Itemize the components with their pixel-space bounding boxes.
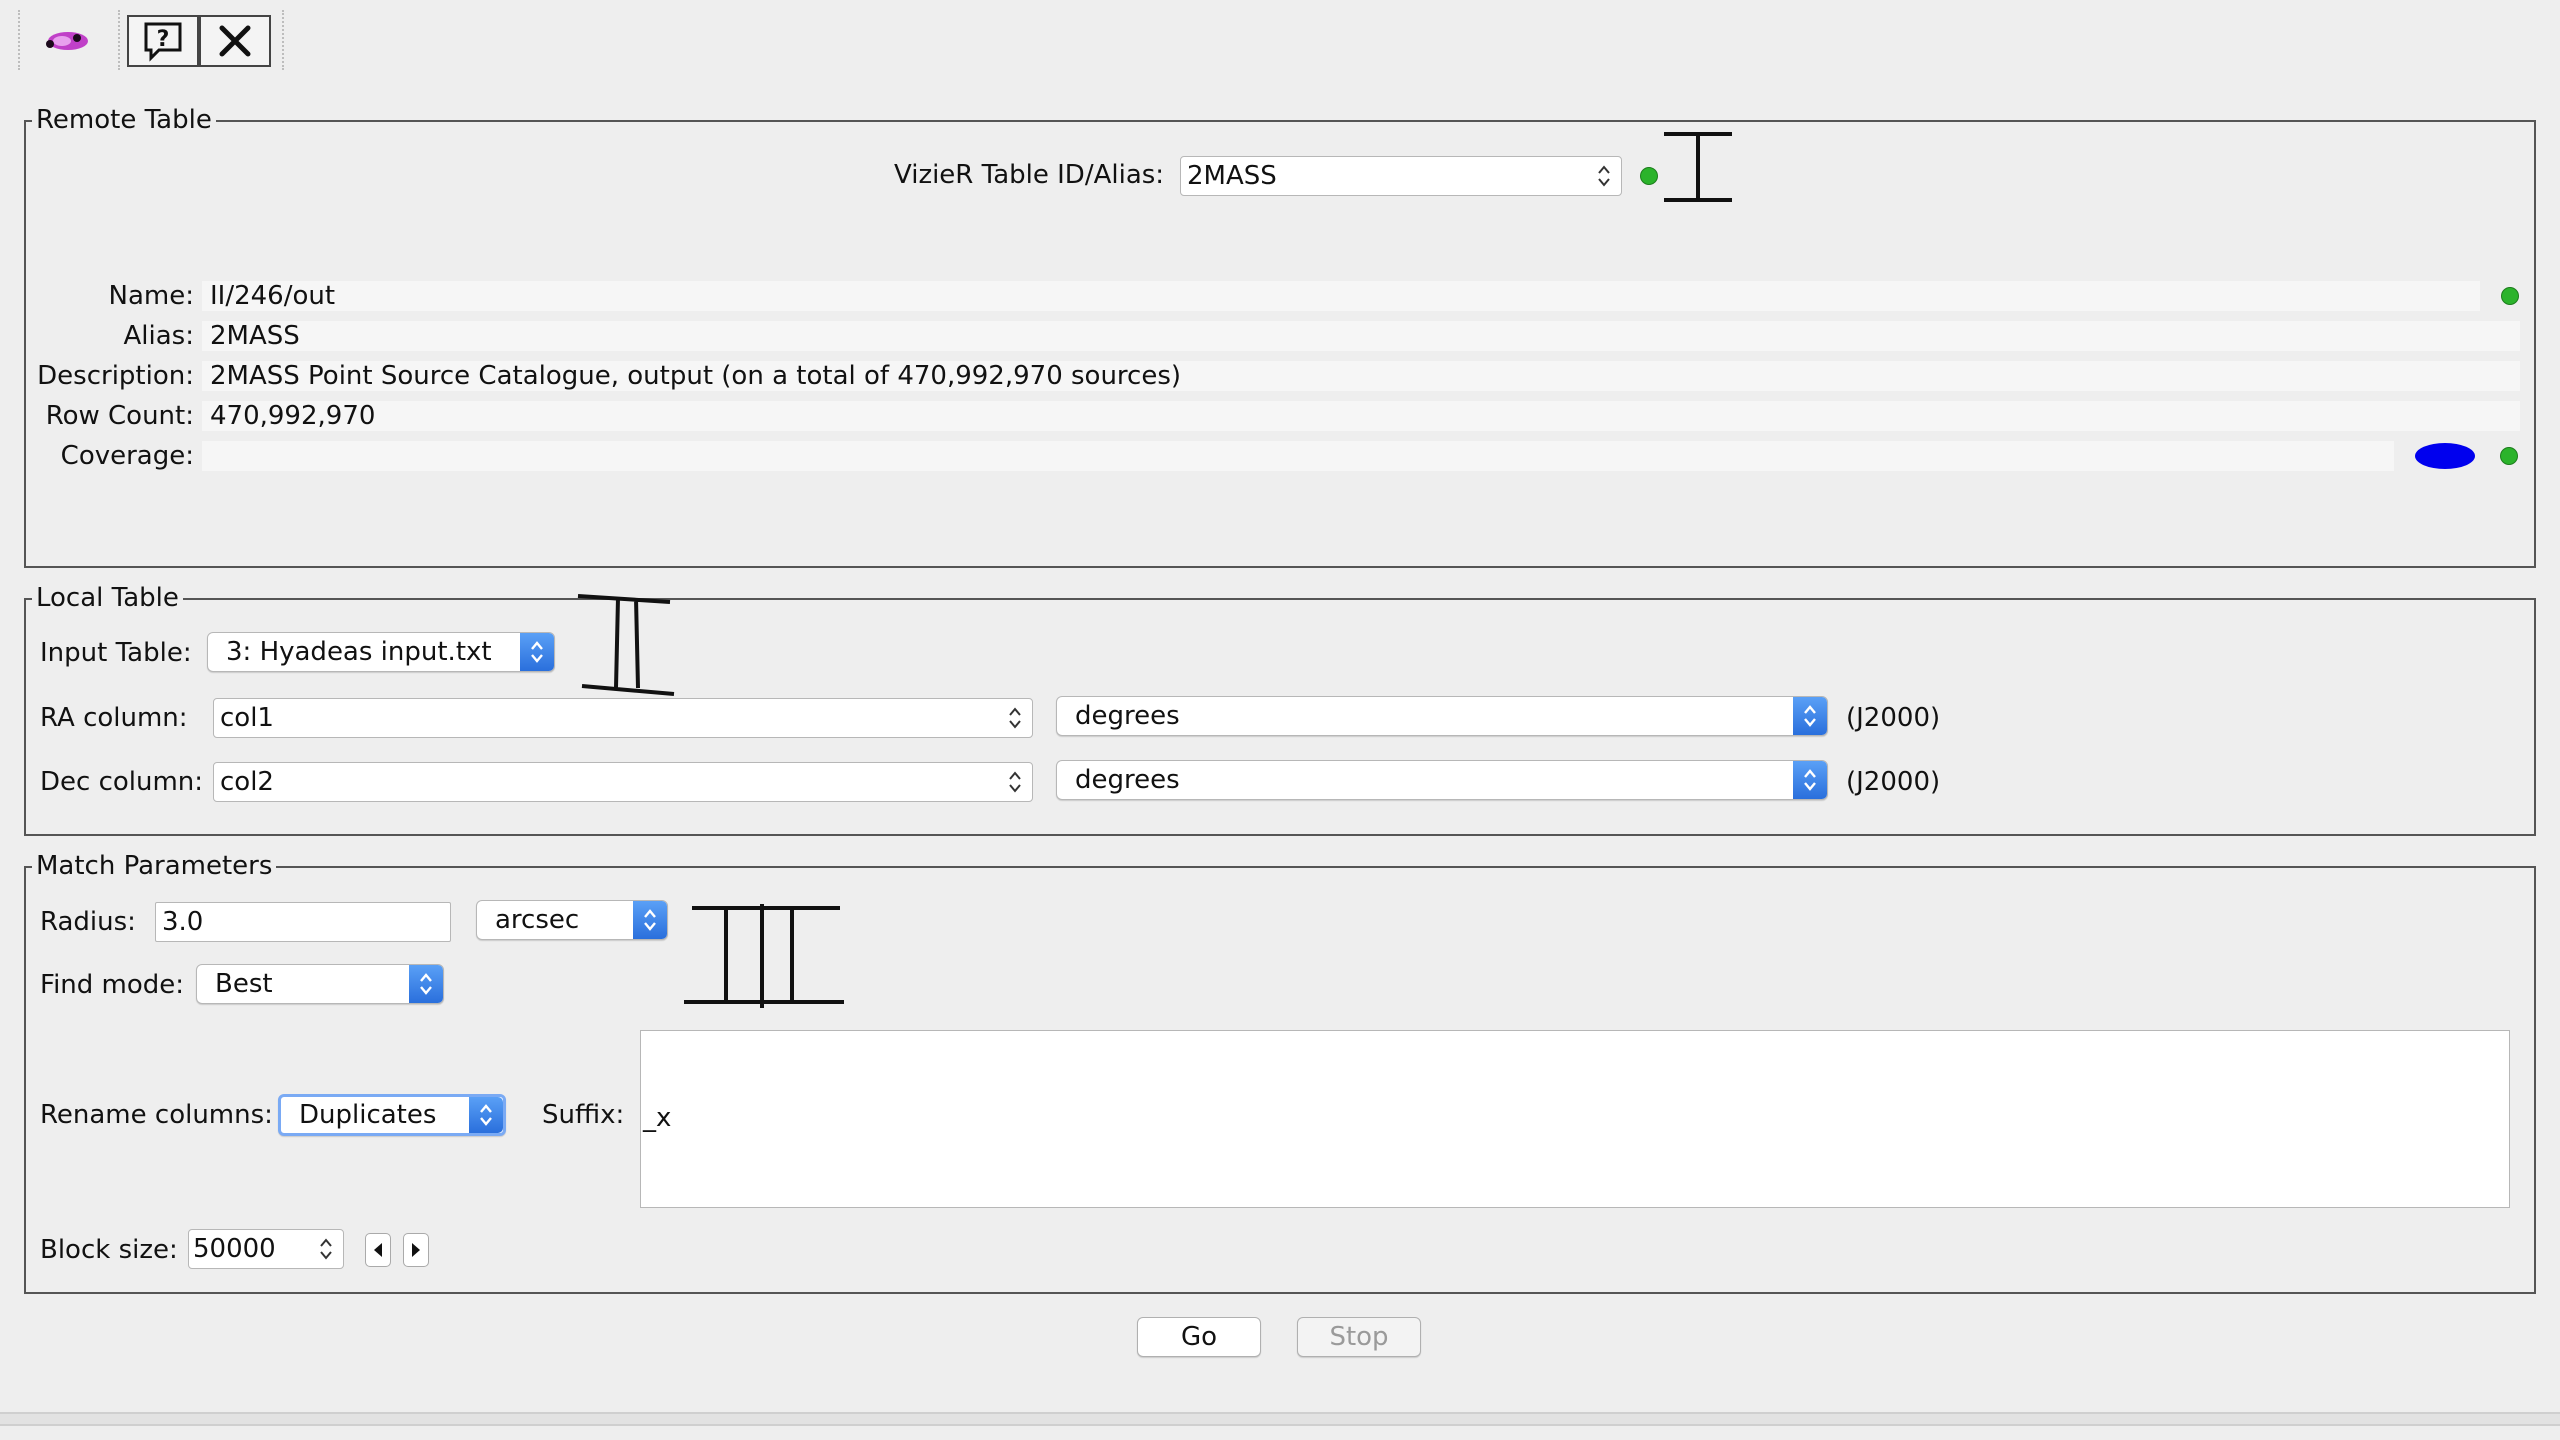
ra-unit-value: degrees xyxy=(1075,701,1180,731)
coverage-value xyxy=(202,441,2394,471)
select-arrows-icon xyxy=(469,1097,503,1133)
row-count-label: Row Count: xyxy=(45,401,194,431)
ra-column-value: col1 xyxy=(220,703,274,733)
name-value: II/246/out xyxy=(202,281,2480,311)
dec-column-value: col2 xyxy=(220,767,274,797)
dec-unit-value: degrees xyxy=(1075,765,1180,795)
alias-value: 2MASS xyxy=(202,321,2520,351)
block-size-decrease-button[interactable] xyxy=(365,1233,391,1267)
ra-column-combo[interactable]: col1 xyxy=(213,698,1033,738)
vizier-id-label: VizieR Table ID/Alias: xyxy=(894,160,1165,190)
find-mode-select[interactable]: Best xyxy=(196,964,444,1004)
stop-button[interactable]: Stop xyxy=(1297,1317,1421,1357)
rename-columns-value: Duplicates xyxy=(299,1100,437,1130)
toolbar-separator xyxy=(118,10,120,70)
toolbar-separator xyxy=(282,10,284,70)
topcat-logo-icon xyxy=(42,26,92,56)
select-arrows-icon xyxy=(520,633,554,671)
go-button[interactable]: Go xyxy=(1137,1317,1261,1357)
coverage-sky-icon xyxy=(2414,441,2476,471)
svg-text:?: ? xyxy=(157,27,170,52)
radius-input[interactable]: 3.0 xyxy=(155,902,451,942)
block-size-label: Block size: xyxy=(40,1235,178,1265)
radius-value: 3.0 xyxy=(162,907,204,937)
name-status-dot xyxy=(2501,287,2519,305)
row-count-value: 470,992,970 xyxy=(202,401,2520,431)
find-mode-label: Find mode: xyxy=(40,970,185,1000)
dec-column-combo[interactable]: col2 xyxy=(213,762,1033,802)
dec-unit-select[interactable]: degrees xyxy=(1056,760,1828,800)
ra-column-label: RA column: xyxy=(40,703,188,733)
spinner-icon[interactable] xyxy=(313,1230,339,1268)
text-cursor-icon xyxy=(1660,128,1736,204)
input-table-select[interactable]: 3: Hyadeas input.txt xyxy=(207,632,555,672)
ra-epoch-label: (J2000) xyxy=(1846,703,1941,733)
select-arrows-icon xyxy=(409,965,443,1003)
text-cursor-icon xyxy=(682,902,846,1010)
help-button[interactable]: ? xyxy=(127,15,199,67)
triangle-right-icon xyxy=(412,1243,420,1257)
description-label: Description: xyxy=(37,361,194,391)
select-arrows-icon xyxy=(1793,761,1827,799)
block-size-spinner[interactable]: 50000 xyxy=(188,1229,344,1269)
remote-table-legend: Remote Table xyxy=(32,106,216,134)
suffix-input[interactable]: _x xyxy=(640,1030,2510,1208)
radius-label: Radius: xyxy=(40,907,136,937)
spinner-icon xyxy=(1002,763,1028,801)
dec-column-label: Dec column: xyxy=(40,767,204,797)
vizier-status-dot xyxy=(1640,167,1658,185)
triangle-left-icon xyxy=(374,1243,382,1257)
spinner-icon xyxy=(1002,699,1028,737)
input-table-label: Input Table: xyxy=(40,638,192,668)
ra-unit-select[interactable]: degrees xyxy=(1056,696,1828,736)
toolbar-separator xyxy=(18,10,20,70)
alias-label: Alias: xyxy=(123,321,194,351)
vizier-id-combo[interactable]: 2MASS xyxy=(1180,156,1622,196)
close-icon xyxy=(219,25,251,57)
close-button[interactable] xyxy=(199,15,271,67)
name-label: Name: xyxy=(108,281,194,311)
radius-unit-value: arcsec xyxy=(495,905,580,935)
match-parameters-legend: Match Parameters xyxy=(32,852,277,880)
input-table-value: 3: Hyadeas input.txt xyxy=(226,637,492,667)
help-icon: ? xyxy=(144,22,182,62)
spinner-icon xyxy=(1591,157,1617,195)
coverage-label: Coverage: xyxy=(60,441,194,471)
find-mode-value: Best xyxy=(215,969,273,999)
block-size-value: 50000 xyxy=(193,1234,276,1264)
coverage-status-dot xyxy=(2500,447,2518,465)
select-arrows-icon xyxy=(1793,697,1827,735)
text-cursor-icon xyxy=(574,590,678,696)
select-arrows-icon xyxy=(633,901,667,939)
local-table-legend: Local Table xyxy=(32,584,183,612)
radius-unit-select[interactable]: arcsec xyxy=(476,900,668,940)
suffix-label: Suffix: xyxy=(542,1100,625,1130)
rename-columns-label: Rename columns: xyxy=(40,1100,273,1130)
description-value: 2MASS Point Source Catalogue, output (on… xyxy=(202,361,2520,391)
bottom-scrollbar[interactable] xyxy=(0,1412,2560,1426)
vizier-id-value: 2MASS xyxy=(1187,161,1277,191)
rename-columns-select[interactable]: Duplicates xyxy=(278,1094,506,1136)
dec-epoch-label: (J2000) xyxy=(1846,767,1941,797)
block-size-increase-button[interactable] xyxy=(403,1233,429,1267)
suffix-value: _x xyxy=(643,1103,672,1133)
